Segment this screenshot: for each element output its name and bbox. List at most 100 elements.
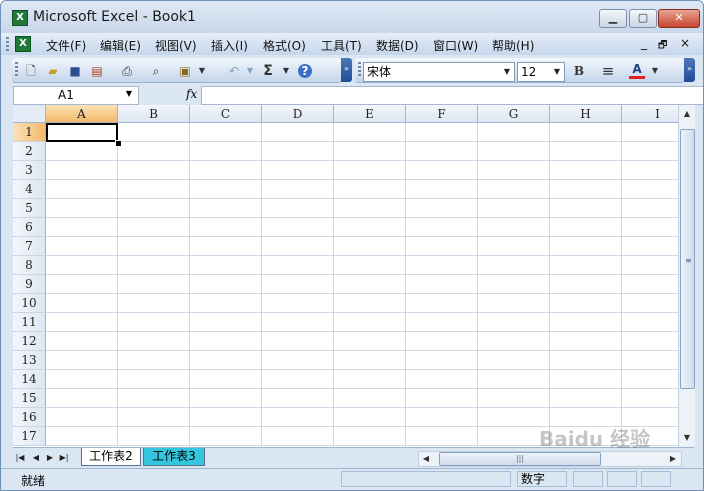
vertical-scrollbar[interactable]: ▲ ≡ ▼ (678, 105, 695, 447)
horizontal-scrollbar[interactable]: ◀ ||| ▶ (418, 451, 682, 467)
menu-window[interactable]: 窗口(W) (433, 37, 478, 54)
row-header-15[interactable]: 15 (13, 389, 46, 408)
formula-input[interactable] (201, 86, 703, 105)
mdi-close-button[interactable]: × (680, 36, 690, 50)
paste-dropdown-icon[interactable]: ▼ (194, 63, 210, 79)
grip-icon: ≡ (685, 256, 692, 265)
toolbar-options-icon[interactable]: » (341, 58, 352, 82)
row-header-7[interactable]: 7 (13, 237, 46, 256)
menu-grip[interactable] (6, 37, 9, 51)
column-header-e[interactable]: E (334, 105, 406, 123)
select-all-button[interactable] (13, 105, 46, 123)
column-header-h[interactable]: H (550, 105, 622, 123)
print-icon[interactable]: ⎙ (119, 63, 135, 79)
scroll-left-icon[interactable]: ◀ (419, 452, 433, 466)
row-header-8[interactable]: 8 (13, 256, 46, 275)
research-icon[interactable]: ⌕ (148, 63, 164, 79)
align-center-icon[interactable]: ≡ (600, 63, 616, 79)
toolbar-grip[interactable] (15, 62, 18, 76)
column-header-f[interactable]: F (406, 105, 478, 123)
sheet-tab-active[interactable]: 工作表2 (81, 448, 141, 466)
menu-help[interactable]: 帮助(H) (492, 37, 534, 54)
column-header-i[interactable]: I (622, 105, 678, 123)
minimize-button[interactable]: ▁ (599, 9, 627, 28)
toolbar-options-icon-2[interactable]: » (684, 58, 695, 82)
undo-icon[interactable]: ↶ (226, 63, 242, 79)
scroll-up-icon[interactable]: ▲ (680, 107, 694, 121)
row-header-1[interactable]: 1 (13, 123, 46, 142)
row-header-11[interactable]: 11 (13, 313, 46, 332)
sheet-tab[interactable]: 工作表3 (143, 448, 205, 466)
row-header-6[interactable]: 6 (13, 218, 46, 237)
fill-handle[interactable] (115, 140, 122, 147)
font-name-select[interactable]: 宋体 ▼ (363, 62, 515, 82)
row-header-2[interactable]: 2 (13, 142, 46, 161)
mdi-minimize-button[interactable]: _ (641, 36, 647, 50)
menu-tools[interactable]: 工具(T) (321, 37, 362, 54)
font-size-select[interactable]: 12 ▼ (517, 62, 565, 82)
undo-dropdown-icon[interactable]: ▼ (242, 63, 258, 79)
bold-button[interactable]: B (571, 63, 587, 79)
row-header-10[interactable]: 10 (13, 294, 46, 313)
font-color-dropdown-icon[interactable]: ▼ (647, 63, 663, 79)
row-header-3[interactable]: 3 (13, 161, 46, 180)
menu-file[interactable]: 文件(F) (46, 37, 86, 54)
prev-sheet-icon[interactable]: ◀ (31, 451, 41, 464)
chevron-down-icon[interactable]: ▼ (501, 64, 513, 80)
chevron-down-icon[interactable]: ▼ (126, 89, 132, 98)
active-cell-a1[interactable] (46, 123, 118, 142)
column-header-a[interactable]: A (46, 105, 118, 123)
status-panel-4 (641, 471, 671, 487)
menu-data[interactable]: 数据(D) (376, 37, 419, 54)
mdi-restore-button[interactable]: 🗗 (658, 38, 667, 55)
save-icon[interactable]: ■ (67, 63, 83, 79)
row-header-13[interactable]: 13 (13, 351, 46, 370)
permission-icon[interactable]: ▤ (89, 63, 105, 79)
column-header-b[interactable]: B (118, 105, 190, 123)
formula-bar: A1 ▼ fx (1, 85, 703, 105)
vertical-scroll-thumb[interactable]: ≡ (680, 129, 695, 389)
worksheet-grid[interactable]: A B C D E F G H I 1 2 3 4 5 6 7 8 9 10 1… (13, 105, 678, 447)
menu-format[interactable]: 格式(O) (263, 37, 306, 54)
insert-function-icon[interactable]: fx (186, 87, 197, 101)
new-icon[interactable]: 🗋 (23, 63, 39, 79)
open-icon[interactable]: ▰ (45, 63, 61, 79)
maximize-button[interactable]: ▢ (629, 9, 657, 28)
first-sheet-icon[interactable]: |◀ (15, 451, 25, 464)
cell-area[interactable] (46, 123, 678, 447)
row-header-17[interactable]: 17 (13, 427, 46, 446)
row-header-14[interactable]: 14 (13, 370, 46, 389)
row-header-5[interactable]: 5 (13, 199, 46, 218)
excel-icon[interactable]: X (12, 10, 28, 26)
font-color-icon[interactable]: A (629, 63, 645, 79)
row-header-16[interactable]: 16 (13, 408, 46, 427)
title-bar[interactable]: X Microsoft Excel - Book1 ▁ ▢ ✕ (1, 1, 703, 33)
excel-window: X Microsoft Excel - Book1 ▁ ▢ ✕ X 文件(F) … (0, 0, 704, 491)
autosum-dropdown-icon[interactable]: ▼ (278, 63, 294, 79)
paste-icon[interactable]: ▣ (177, 63, 193, 79)
scroll-right-icon[interactable]: ▶ (666, 452, 680, 466)
help-icon[interactable]: ? (298, 64, 312, 78)
name-box[interactable]: A1 ▼ (13, 86, 139, 105)
chevron-down-icon[interactable]: ▼ (551, 64, 563, 80)
scroll-down-icon[interactable]: ▼ (680, 431, 694, 445)
status-panel-3 (607, 471, 637, 487)
horizontal-scroll-thumb[interactable]: ||| (439, 452, 601, 466)
row-header-9[interactable]: 9 (13, 275, 46, 294)
column-header-c[interactable]: C (190, 105, 262, 123)
next-sheet-icon[interactable]: ▶ (45, 451, 55, 464)
autosum-icon[interactable]: Σ (260, 63, 276, 79)
column-header-g[interactable]: G (478, 105, 550, 123)
toolbar-grip-2[interactable] (358, 62, 361, 76)
row-header-4[interactable]: 4 (13, 180, 46, 199)
last-sheet-icon[interactable]: ▶| (59, 451, 69, 464)
row-header-12[interactable]: 12 (13, 332, 46, 351)
column-header-d[interactable]: D (262, 105, 334, 123)
document-icon[interactable]: X (15, 36, 31, 52)
close-button[interactable]: ✕ (658, 9, 700, 28)
toolbar: 🗋 ▰ ■ ▤ ⎙ ⌕ ▣ ▼ ↶ ▼ Σ ▼ ? » 宋体 ▼ 12 ▼ B (1, 57, 703, 85)
menu-edit[interactable]: 编辑(E) (100, 37, 141, 54)
status-bar: 就绪 数字 (1, 468, 703, 490)
menu-view[interactable]: 视图(V) (155, 37, 197, 54)
menu-insert[interactable]: 插入(I) (211, 37, 248, 54)
